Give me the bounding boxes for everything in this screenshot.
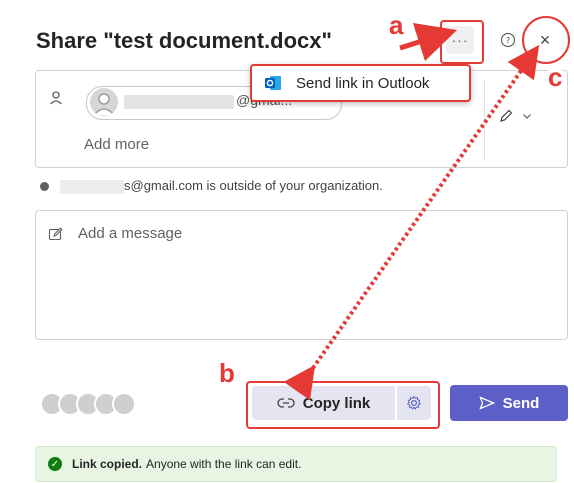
annotation-circle-c bbox=[522, 16, 570, 64]
divider bbox=[484, 80, 485, 160]
add-more-input[interactable]: Add more bbox=[84, 136, 149, 153]
outlook-icon bbox=[264, 75, 282, 91]
pencil-icon bbox=[500, 109, 513, 122]
send-link-in-outlook-menu-item[interactable]: Send link in Outlook bbox=[250, 64, 471, 102]
send-icon bbox=[479, 396, 495, 410]
help-icon: ? bbox=[500, 32, 516, 48]
send-button[interactable]: Send bbox=[450, 385, 568, 421]
send-outlook-label: Send link in Outlook bbox=[296, 74, 430, 92]
redacted-email bbox=[124, 95, 234, 109]
avatar bbox=[90, 88, 118, 116]
info-icon bbox=[40, 182, 49, 191]
send-label: Send bbox=[502, 394, 540, 412]
redacted-email bbox=[60, 180, 124, 194]
shared-with-avatars[interactable] bbox=[40, 392, 136, 416]
help-button[interactable]: ? bbox=[494, 26, 522, 54]
toast-message: Anyone with the link can edit. bbox=[146, 457, 302, 471]
avatar bbox=[112, 392, 136, 416]
annotation-label-c: c bbox=[548, 62, 563, 92]
gear-icon bbox=[406, 395, 422, 410]
svg-text:?: ? bbox=[506, 37, 511, 47]
link-settings-button[interactable] bbox=[397, 386, 431, 420]
person-icon bbox=[49, 90, 63, 110]
copy-link-label: Copy link bbox=[302, 394, 371, 412]
dialog-title: Share "test document.docx" bbox=[36, 28, 332, 53]
edit-message-icon bbox=[48, 226, 64, 246]
checkmark-icon: ✓ bbox=[48, 457, 62, 471]
external-warning: s@gmail.com is outside of your organizat… bbox=[124, 178, 383, 193]
message-placeholder: Add a message bbox=[78, 225, 183, 242]
link-icon bbox=[277, 398, 295, 408]
link-copied-toast: ✓ Link copied. Anyone with the link can … bbox=[35, 446, 557, 482]
annotation-label-a: a bbox=[386, 12, 407, 38]
toast-title: Link copied. bbox=[72, 457, 143, 471]
annotation-box-a bbox=[440, 20, 484, 64]
chevron-down-icon bbox=[523, 114, 531, 119]
permissions-button[interactable] bbox=[498, 108, 532, 124]
copy-link-button[interactable]: Copy link bbox=[252, 386, 395, 420]
annotation-label-b: b bbox=[216, 360, 238, 386]
